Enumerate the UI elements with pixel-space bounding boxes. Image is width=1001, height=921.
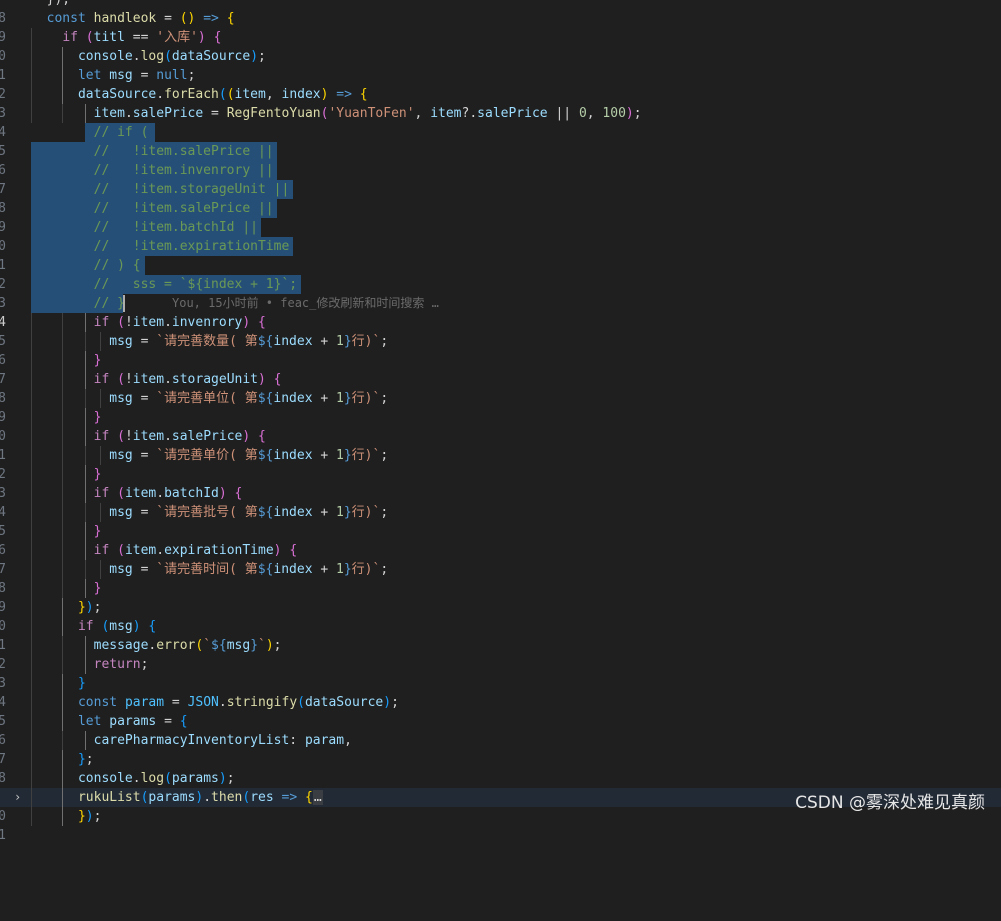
code-text: msg = `请完善单价( 第${index + 1}行)`; [109, 448, 389, 463]
code-line[interactable]: 1 if (!item.salePrice) { [0, 427, 1001, 463]
code-line[interactable]: 8 }; [0, 750, 1001, 786]
code-text: message.error(`${msg}`); [93, 638, 282, 653]
code-text: // ) { [31, 258, 141, 273]
code-line[interactable]: 6 msg = `请完善数量( 第${index + 1}行)`; [0, 332, 1001, 368]
code-line[interactable]: 0 // !item.batchId || [0, 218, 1001, 254]
code-line[interactable]: 9 const handleok = () => { [0, 9, 1001, 45]
code-line[interactable]: 0 }); [0, 598, 1001, 634]
code-line[interactable]: 2 message.error(`${msg}`); [0, 636, 1001, 672]
line-number: 1 [0, 828, 6, 843]
code-text: msg = `请完善数量( 第${index + 1}行)`; [109, 334, 389, 349]
code-line[interactable]: 6 // !item.salePrice || [0, 142, 1001, 178]
code-text: } [93, 524, 102, 539]
code-line[interactable]: 5 // if ( [0, 123, 1001, 159]
code-text: // } [31, 296, 125, 311]
code-line[interactable]: 5 msg = `请完善批号( 第${index + 1}行)`; [0, 503, 1001, 539]
code-line[interactable]: 9 // !item.salePrice || [0, 199, 1001, 235]
code-line[interactable]: 1 if (msg) { [0, 617, 1001, 653]
code-text: item.salePrice = RegFentoYuan('YuanToFen… [93, 106, 642, 121]
code-text: carePharmacyInventoryList: param, [93, 733, 352, 748]
code-text: msg = `请完善单位( 第${index + 1}行)`; [109, 391, 389, 406]
code-line[interactable]: 8 if (!item.storageUnit) { [0, 370, 1001, 406]
code-line[interactable]: 4 } [0, 674, 1001, 710]
code-text: if (item.expirationTime) { [93, 543, 298, 558]
code-text: } [93, 353, 102, 368]
text-cursor [123, 295, 125, 312]
code-line[interactable]: 2 // ) { [0, 256, 1001, 292]
code-line[interactable]: 3 // sss = `${index + 1}`; [0, 275, 1001, 311]
code-line[interactable]: 7 // !item.invenrory || [0, 161, 1001, 197]
code-line[interactable]: 7 } [0, 351, 1001, 387]
code-line[interactable]: 4 item.salePrice = RegFentoYuan('YuanToF… [0, 104, 1001, 140]
code-text: // sss = `${index + 1}`; [31, 277, 298, 292]
code-line[interactable]: 4 if (item.batchId) { [0, 484, 1001, 520]
code-text: if (msg) { [77, 619, 157, 634]
code-text: // !item.salePrice || [31, 201, 274, 216]
code-text: msg = `请完善时间( 第${index + 1}行)`; [109, 562, 389, 577]
code-line[interactable]: 3 } [0, 465, 1001, 501]
code-line[interactable]: 1 // !item.expirationTime [0, 237, 1001, 273]
code-text: if (!item.storageUnit) { [93, 372, 282, 387]
code-text: }); [77, 809, 102, 824]
code-line[interactable]: 5 const param = JSON.stringify(dataSourc… [0, 693, 1001, 729]
code-line[interactable]: 8 // !item.storageUnit || [0, 180, 1001, 216]
code-text: dataSource.forEach((item, index) => { [77, 87, 368, 102]
code-text: } [93, 410, 102, 425]
code-line[interactable]: 1 console.log(dataSource); [0, 47, 1001, 83]
code-line[interactable]: 0 } [0, 408, 1001, 444]
code-text: let msg = null; [77, 68, 196, 83]
code-line[interactable]: 9 msg = `请完善单位( 第${index + 1}行)`; [0, 389, 1001, 425]
code-line[interactable]: 9 } [0, 579, 1001, 615]
git-blame-annotation: You, 15小时前 • feac_修改刷新和时间搜索 … [172, 296, 439, 310]
code-text: const param = JSON.stringify(dataSource)… [77, 695, 399, 710]
code-text: rukuList(params).then(res => {… [77, 790, 323, 805]
code-line[interactable]: 8 }); [0, 0, 1001, 26]
code-text: }; [77, 752, 94, 767]
code-line[interactable]: 6 let params = { [0, 712, 1001, 748]
code-editor[interactable]: 8 }); 9 const handleok = () => { 0 if (t… [0, 0, 1001, 843]
code-line[interactable]: 2 let msg = null; [0, 66, 1001, 102]
csdn-watermark: CSDN @雾深处难见真颜 [795, 793, 985, 813]
code-line[interactable]: 2 msg = `请完善单价( 第${index + 1}行)`; [0, 446, 1001, 482]
code-text: if (item.batchId) { [93, 486, 243, 501]
code-text: msg = `请完善批号( 第${index + 1}行)`; [109, 505, 389, 520]
code-line[interactable]: 7 carePharmacyInventoryList: param, [0, 731, 1001, 767]
code-text: // !item.invenrory || [31, 163, 274, 178]
code-text: // !item.salePrice || [31, 144, 274, 159]
code-line[interactable]: 3 return; [0, 655, 1001, 691]
code-text: // if ( [31, 125, 149, 140]
code-text: if (!item.salePrice) { [93, 429, 266, 444]
code-text: if (!item.invenrory) { [93, 315, 266, 330]
code-text: let params = { [77, 714, 188, 729]
code-text: }); [31, 0, 71, 9]
code-line[interactable]: 9 console.log(params); [0, 769, 1001, 805]
chevron-right-icon[interactable]: › [14, 788, 21, 807]
code-text: }); [77, 600, 102, 615]
code-line[interactable]: 5 if (!item.invenrory) { [0, 313, 1001, 349]
code-text: // !item.batchId || [31, 220, 258, 235]
code-text: } [93, 467, 102, 482]
code-text: // !item.storageUnit || [31, 182, 290, 197]
code-text: console.log(dataSource); [77, 49, 266, 64]
code-text: } [77, 676, 86, 691]
code-line[interactable]: 7 if (item.expirationTime) { [0, 541, 1001, 577]
code-text: const handleok = () => { [46, 11, 235, 26]
code-line[interactable]: 3 dataSource.forEach((item, index) => { [0, 85, 1001, 121]
code-text: } [93, 581, 102, 596]
code-line[interactable]: 6 } [0, 522, 1001, 558]
code-text: if (titl == '入库') { [62, 30, 222, 45]
code-text: console.log(params); [77, 771, 235, 786]
code-line[interactable]: 8 msg = `请完善时间( 第${index + 1}行)`; [0, 560, 1001, 596]
code-text: // !item.expirationTime [31, 239, 290, 254]
code-line[interactable]: 4 // } You, 15小时前 • feac_修改刷新和时间搜索 … [0, 294, 1001, 330]
code-line[interactable]: 0 if (titl == '入库') { [0, 28, 1001, 64]
code-text: return; [93, 657, 149, 672]
